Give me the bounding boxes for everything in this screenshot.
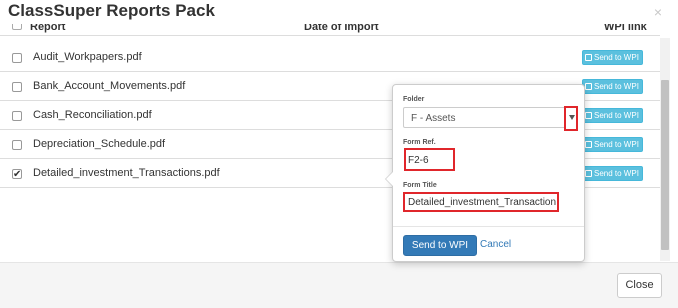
export-icon — [585, 141, 592, 148]
export-icon — [585, 83, 592, 90]
row-checkbox-checked[interactable]: ✔ — [12, 169, 22, 180]
send-to-wpi-button[interactable]: Send to WPI — [582, 50, 643, 65]
export-icon — [585, 170, 592, 177]
send-to-wpi-label: Send to WPI — [594, 140, 639, 149]
cancel-link[interactable]: Cancel — [480, 239, 511, 250]
send-to-wpi-label: Send to WPI — [594, 53, 639, 62]
select-all-checkbox[interactable] — [12, 24, 22, 30]
caret-down-icon — [569, 115, 575, 120]
form-ref-input[interactable]: F2-6 — [404, 148, 455, 171]
export-icon — [585, 54, 592, 61]
form-title-value: Detailed_investment_Transaction — [408, 197, 557, 208]
send-to-wpi-popover: Folder F - Assets Form Ref. F2-6 Form Ti… — [385, 84, 585, 262]
send-to-wpi-label: Send to WPI — [594, 111, 639, 120]
form-ref-label: Form Ref. — [403, 139, 436, 146]
modal-title: ClassSuper Reports Pack — [8, 1, 215, 20]
report-name: Cash_Reconciliation.pdf — [33, 109, 152, 121]
row-checkbox[interactable] — [12, 111, 22, 121]
popover-arrow — [385, 171, 393, 187]
folder-dropdown-toggle[interactable] — [564, 106, 578, 131]
table-row: Audit_Workpapers.pdf Send to WPI — [0, 43, 660, 72]
table-header: Report Date of Import WPI link — [0, 24, 660, 36]
close-icon[interactable]: × — [654, 4, 662, 20]
column-header-report[interactable]: Report — [30, 24, 65, 33]
column-header-date-of-import[interactable]: Date of Import — [304, 24, 379, 33]
form-ref-value: F2-6 — [408, 155, 429, 166]
report-name: Audit_Workpapers.pdf — [33, 51, 142, 63]
send-to-wpi-submit-button[interactable]: Send to WPI — [403, 235, 477, 256]
column-header-wpi-link[interactable]: WPI link — [604, 24, 647, 33]
send-to-wpi-label: Send to WPI — [594, 82, 639, 91]
row-checkbox[interactable] — [12, 140, 22, 150]
send-to-wpi-button[interactable]: Send to WPI — [582, 108, 643, 123]
send-to-wpi-button[interactable]: Send to WPI — [582, 137, 643, 152]
folder-select[interactable]: F - Assets — [403, 106, 578, 131]
row-checkbox[interactable] — [12, 53, 22, 63]
close-button[interactable]: Close — [617, 273, 662, 298]
reports-pack-modal: ClassSuper Reports Pack × Report Date of… — [0, 0, 678, 308]
report-name: Detailed_investment_Transactions.pdf — [33, 167, 220, 179]
folder-label: Folder — [403, 96, 425, 103]
vertical-scrollbar[interactable] — [660, 38, 670, 261]
report-name: Depreciation_Schedule.pdf — [33, 138, 166, 150]
send-to-wpi-label: Send to WPI — [594, 169, 639, 178]
row-checkbox[interactable] — [12, 82, 22, 92]
form-title-input[interactable]: Detailed_investment_Transaction — [403, 192, 559, 212]
folder-selected-value: F - Assets — [411, 113, 456, 124]
export-icon — [585, 112, 592, 119]
modal-footer: Close — [0, 262, 678, 308]
scrollbar-thumb[interactable] — [661, 80, 669, 250]
report-name: Bank_Account_Movements.pdf — [33, 80, 186, 92]
send-to-wpi-button[interactable]: Send to WPI — [582, 166, 643, 181]
form-title-label: Form Title — [403, 182, 437, 189]
send-to-wpi-button[interactable]: Send to WPI — [582, 79, 643, 94]
popover-divider — [393, 226, 584, 227]
